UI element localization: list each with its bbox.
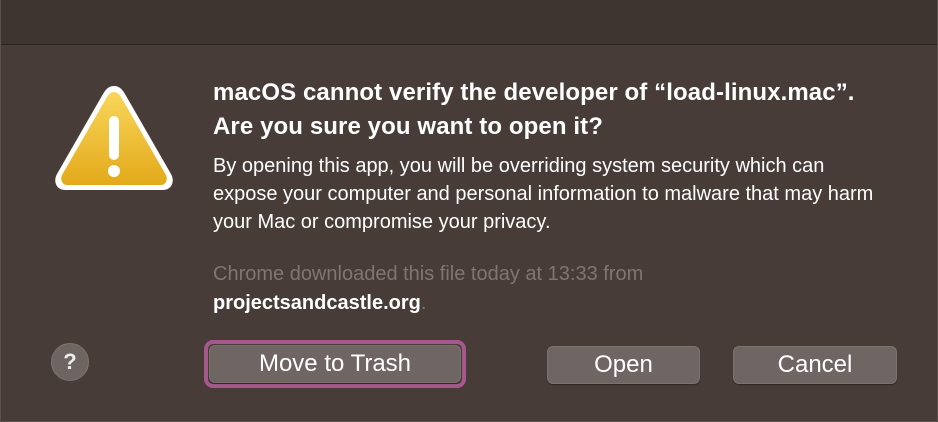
dialog-content: macOS cannot verify the developer of “lo…	[213, 76, 893, 318]
download-source-suffix: .	[420, 292, 427, 314]
warning-exclamation-bar	[109, 116, 119, 160]
dialog-title: macOS cannot verify the developer of “lo…	[213, 79, 855, 140]
open-button[interactable]: Open	[547, 346, 700, 384]
dialog-message: By opening this app, you will be overrid…	[213, 155, 874, 233]
window-top-strip	[1, 0, 937, 45]
security-alert-dialog: macOS cannot verify the developer of “lo…	[0, 0, 938, 422]
help-question-mark-icon: ?	[63, 349, 77, 374]
download-source-note: Chrome downloaded this file today at 13:…	[213, 260, 893, 318]
help-button[interactable]: ?	[51, 343, 89, 381]
warning-exclamation-dot	[108, 165, 120, 177]
download-source-domain: projectsandcastle.org	[213, 292, 421, 314]
move-to-trash-button[interactable]: Move to Trash	[209, 345, 461, 383]
warning-icon	[55, 86, 173, 190]
cancel-button[interactable]: Cancel	[733, 346, 897, 384]
download-source-prefix: Chrome downloaded this file today at 13:…	[213, 263, 644, 285]
